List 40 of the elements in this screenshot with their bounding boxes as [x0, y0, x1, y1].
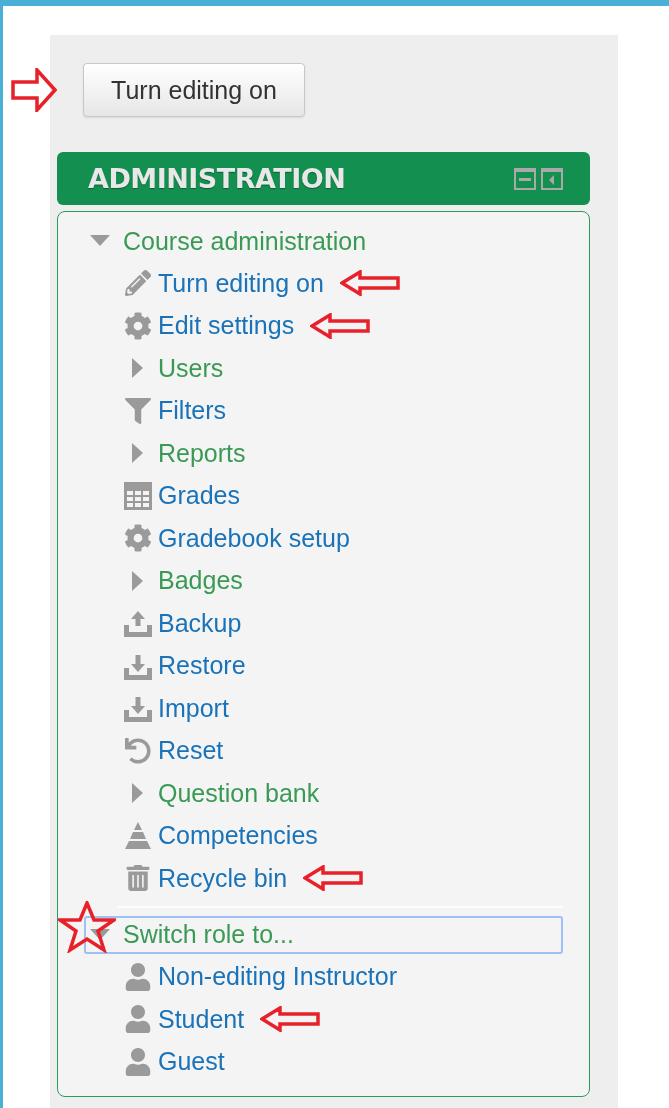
user-icon	[124, 1047, 152, 1076]
tree-node-label[interactable]: Users	[158, 353, 224, 383]
trash-icon	[125, 865, 151, 892]
user-icon	[124, 1005, 152, 1034]
tree-node-label[interactable]: Badges	[158, 566, 243, 596]
menu-link[interactable]: Import	[158, 693, 229, 723]
menu-link[interactable]: Guest	[158, 1047, 225, 1077]
table-icon	[124, 481, 152, 510]
menu-link[interactable]: Backup	[158, 608, 242, 638]
menu-link[interactable]: Competencies	[158, 821, 318, 851]
tree-node-label[interactable]: Reports	[158, 438, 246, 468]
tree-node-label[interactable]: Question bank	[158, 778, 320, 808]
tree-node-label[interactable]: Course administration	[123, 226, 367, 256]
menu-link[interactable]: Student	[158, 1004, 245, 1034]
collapsed-caret-icon	[132, 570, 144, 591]
menu-link[interactable]: Turn editing on	[158, 268, 324, 298]
user-icon	[124, 962, 152, 991]
collapsed-caret-icon	[132, 783, 144, 804]
pencil-icon	[125, 270, 151, 297]
collapsed-caret-icon	[132, 358, 144, 379]
gear-icon	[124, 311, 152, 340]
menu-link[interactable]: Non-editing Instructor	[158, 962, 397, 992]
menu-link[interactable]: Reset	[158, 736, 224, 766]
reset-icon	[125, 737, 151, 764]
dock-icon[interactable]	[541, 167, 563, 190]
block-title: ADMINISTRATION	[88, 163, 346, 194]
menu-link[interactable]: Edit settings	[158, 311, 295, 341]
menu-link[interactable]: Gradebook setup	[158, 523, 350, 553]
pyramid-icon	[123, 821, 153, 850]
menu-link[interactable]: Restore	[158, 651, 246, 681]
focused-tree-node[interactable]: Switch role to...	[84, 915, 563, 954]
collapsed-caret-icon	[132, 443, 144, 464]
tree-node-label[interactable]: Switch role to...	[123, 920, 294, 949]
gear-icon	[124, 524, 152, 553]
menu-link[interactable]: Filters	[158, 396, 227, 426]
turn-editing-on-button[interactable]: Turn editing on	[83, 63, 305, 117]
menu-link[interactable]: Grades	[158, 481, 240, 511]
menu-link[interactable]: Recycle bin	[158, 863, 288, 893]
minimize-icon[interactable]	[514, 167, 536, 190]
filter-icon	[125, 397, 151, 424]
